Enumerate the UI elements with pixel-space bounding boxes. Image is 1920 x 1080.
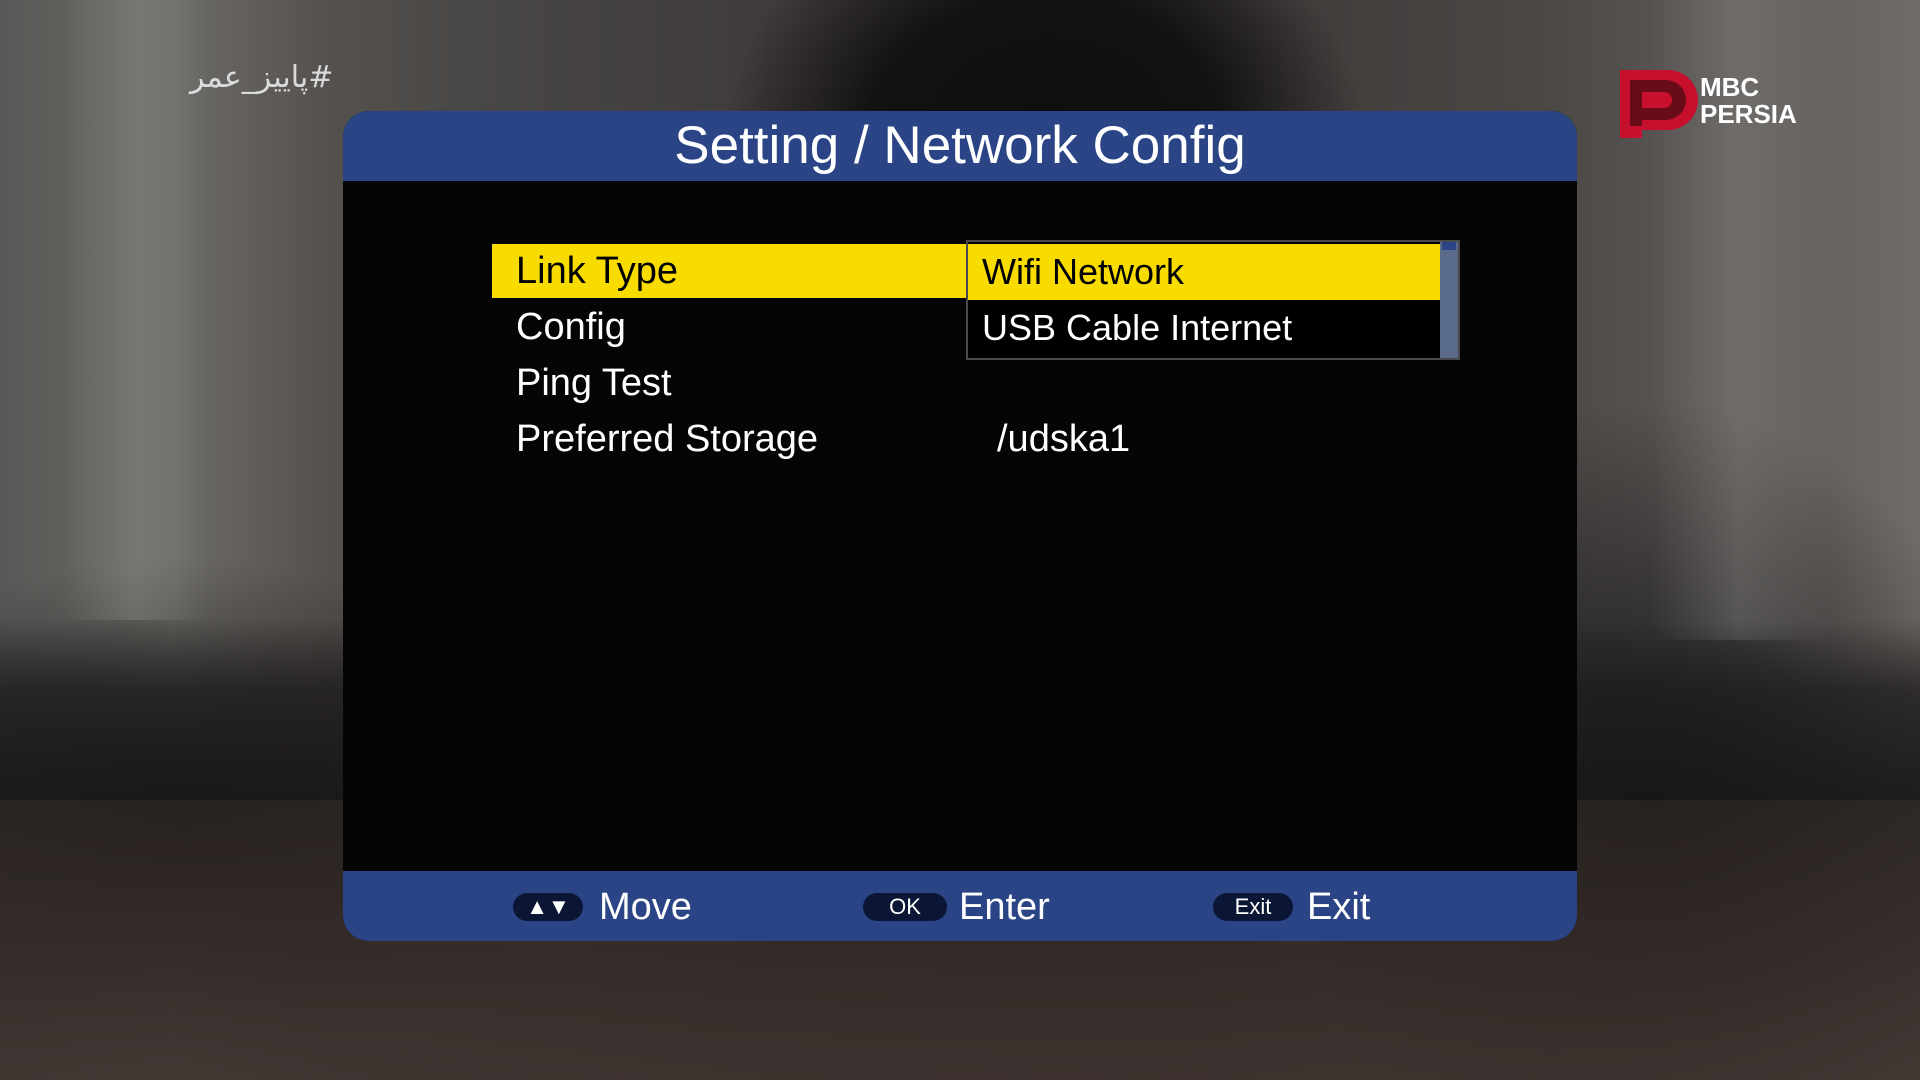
channel-logo: MBC PERSIA bbox=[1616, 66, 1816, 142]
dialog-footer: ▲▼ Move OK Enter Exit Exit bbox=[343, 871, 1577, 941]
hint-label: Exit bbox=[1307, 886, 1371, 928]
menu-item-label: Config bbox=[516, 306, 626, 348]
logo-line-2: PERSIA bbox=[1700, 99, 1797, 129]
menu-item-label: Ping Test bbox=[516, 362, 672, 404]
mbc-persia-logo-icon bbox=[1620, 70, 1698, 138]
ok-key-icon: OK bbox=[863, 893, 947, 921]
dropdown-scrollbar[interactable] bbox=[1440, 242, 1458, 358]
dropdown-option-wifi[interactable]: Wifi Network bbox=[968, 244, 1440, 300]
exit-key-icon: Exit bbox=[1213, 893, 1293, 921]
link-type-dropdown[interactable]: Wifi Network USB Cable Internet bbox=[966, 240, 1460, 360]
dropdown-option-usb-cable[interactable]: USB Cable Internet bbox=[968, 300, 1440, 356]
channel-logo-text: MBC PERSIA bbox=[1700, 74, 1797, 128]
menu-item-label: Link Type bbox=[516, 250, 678, 292]
hint-enter: OK Enter bbox=[863, 871, 1083, 941]
hint-exit: Exit Exit bbox=[1213, 871, 1433, 941]
dropdown-option-label: Wifi Network bbox=[982, 251, 1185, 292]
up-down-arrows-icon: ▲▼ bbox=[513, 893, 583, 921]
menu-item-label: Preferred Storage bbox=[516, 418, 819, 460]
hint-move: ▲▼ Move bbox=[513, 871, 713, 941]
network-config-dialog: Setting / Network Config Link Type Confi… bbox=[343, 111, 1577, 941]
scrollbar-thumb[interactable] bbox=[1442, 242, 1456, 250]
tv-screen: #پاییز_عمر MBC PERSIA Setting / Network … bbox=[0, 0, 1920, 1080]
program-hashtag: #پاییز_عمر bbox=[190, 60, 334, 95]
background-video bbox=[60, 0, 210, 620]
logo-line-1: MBC bbox=[1700, 72, 1760, 102]
dialog-header: Setting / Network Config bbox=[343, 111, 1577, 181]
dropdown-option-label: USB Cable Internet bbox=[982, 307, 1293, 348]
hint-label: Enter bbox=[959, 886, 1050, 928]
dialog-title: Setting / Network Config bbox=[674, 116, 1246, 175]
hint-label: Move bbox=[599, 886, 692, 928]
menu-item-value: /udska1 bbox=[997, 418, 1131, 460]
